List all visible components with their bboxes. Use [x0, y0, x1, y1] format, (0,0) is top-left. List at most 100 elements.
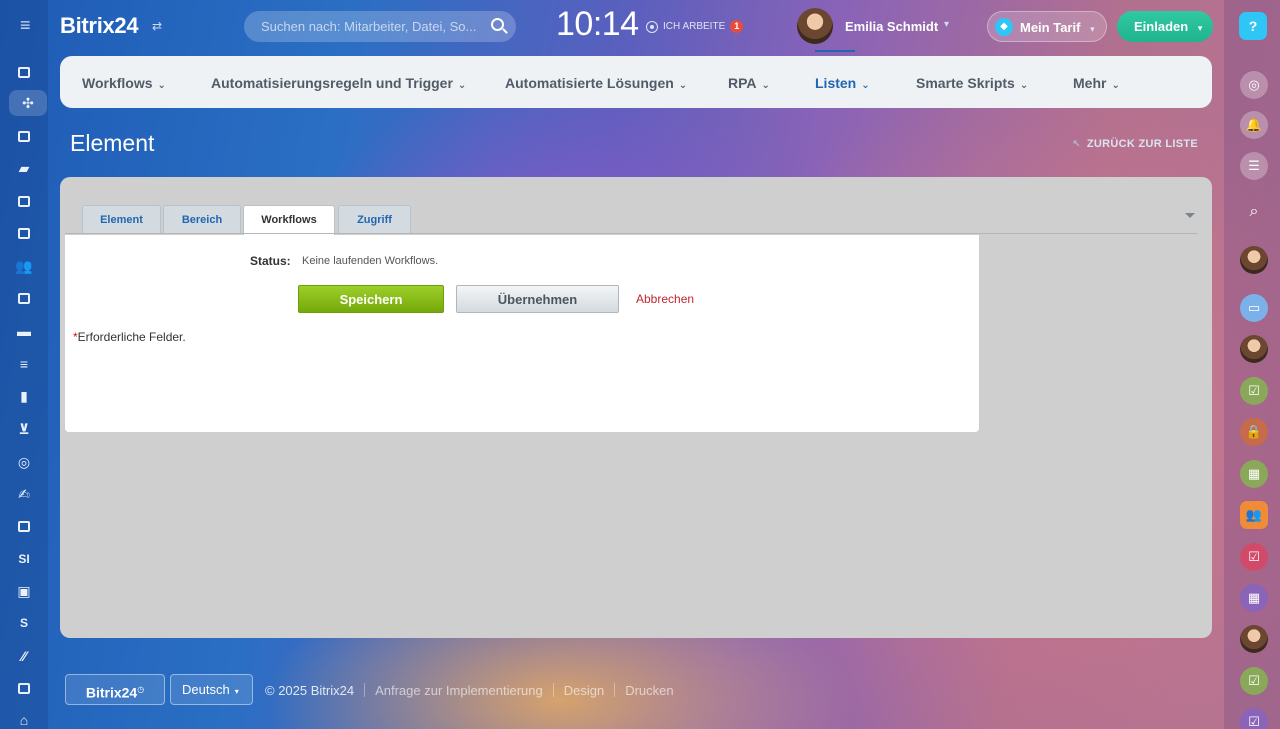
- tarif-chevron-icon: ▾: [1090, 24, 1095, 34]
- sidebar-item-si[interactable]: SI: [14, 549, 34, 569]
- tarif-button[interactable]: ◆ Mein Tarif ▾: [987, 11, 1107, 42]
- company-icon[interactable]: ⌂: [14, 710, 34, 729]
- sidebar-item-s[interactable]: S: [14, 613, 34, 633]
- lock-icon[interactable]: 🔒: [1240, 418, 1268, 446]
- footer-copyright: © 2025 Bitrix24: [265, 683, 355, 698]
- status-label: Status:: [250, 254, 291, 268]
- calendar-chat-icon[interactable]: ▦: [1240, 460, 1268, 488]
- contact-avatar-2[interactable]: [1240, 335, 1268, 363]
- nav-rpa[interactable]: RPA ⌄: [728, 75, 770, 91]
- tab-element[interactable]: Element: [82, 205, 161, 234]
- help-button[interactable]: ?: [1239, 12, 1267, 40]
- language-select[interactable]: Deutsch ▾: [170, 674, 253, 705]
- analytics-icon[interactable]: ▮: [14, 386, 34, 406]
- tab-zugriff[interactable]: Zugriff: [338, 205, 411, 234]
- contact-avatar-3[interactable]: [1240, 625, 1268, 653]
- invite-chevron-icon: ▾: [1197, 23, 1203, 33]
- footer-link-design[interactable]: Design: [564, 683, 604, 698]
- nav-label: RPA: [728, 75, 757, 91]
- chevron-down-icon: ⌄: [678, 80, 688, 91]
- nav-workflows[interactable]: Workflows ⌄: [82, 75, 166, 91]
- work-status[interactable]: ICH ARBEITE 1: [646, 20, 744, 33]
- nav-label: Smarte Skripts: [916, 75, 1015, 91]
- task-chat-3-icon[interactable]: ☑: [1240, 667, 1268, 695]
- task-chat-4-icon[interactable]: ☑: [1240, 708, 1268, 729]
- chevron-down-icon: ⌄: [1111, 80, 1120, 91]
- crm-filter-icon[interactable]: ≡: [14, 354, 34, 374]
- settings-toggle-icon[interactable]: ⇄: [152, 19, 162, 33]
- copilot-icon[interactable]: ◎: [1240, 71, 1268, 99]
- user-avatar[interactable]: [797, 8, 833, 44]
- chevron-down-icon: ⌄: [861, 80, 870, 91]
- nav-label: Listen: [815, 75, 857, 91]
- nav-more[interactable]: Mehr ⌄: [1073, 75, 1120, 91]
- work-status-icon: [646, 20, 658, 33]
- bitrix24-logo[interactable]: Bitrix24: [60, 13, 139, 39]
- nav-automation-rules[interactable]: Automatisierungsregeln und Trigger ⌄: [211, 75, 466, 91]
- clock[interactable]: 10:14: [556, 5, 639, 44]
- notifications-bell-icon[interactable]: 🔔: [1240, 111, 1268, 139]
- chat-icon[interactable]: ▰: [14, 158, 34, 178]
- nav-label: Workflows: [82, 75, 153, 91]
- page-title: Element: [70, 130, 155, 156]
- hamburger-menu-icon[interactable]: ≡: [20, 16, 34, 34]
- contact-card-icon[interactable]: [14, 516, 34, 536]
- search-input[interactable]: Suchen nach: Mitarbeiter, Datei, So...: [244, 11, 516, 42]
- required-note-text: Erforderliche Felder.: [77, 330, 186, 344]
- tab-bereich[interactable]: Bereich: [163, 205, 241, 234]
- nav-lists[interactable]: Listen ⌄: [815, 75, 870, 91]
- search-icon[interactable]: [491, 18, 504, 31]
- clock-icon: ◷: [137, 685, 145, 694]
- footer-links: © 2025 Bitrix24 Anfrage zur Implementieru…: [265, 683, 674, 698]
- tab-content: Status: Keine laufenden Workflows. Speic…: [65, 235, 979, 432]
- nav-active-underline: [815, 50, 855, 52]
- user-name[interactable]: Emilia Schmidt: [845, 19, 938, 34]
- tarif-label: Mein Tarif: [1020, 20, 1081, 35]
- shop-cart-icon[interactable]: ⊻: [14, 419, 34, 439]
- save-button[interactable]: Speichern: [298, 285, 444, 313]
- invite-button[interactable]: Einladen ▾: [1117, 11, 1213, 42]
- diamond-icon: ◆: [995, 18, 1013, 36]
- back-link-label: ZURÜCK ZUR LISTE: [1086, 138, 1198, 150]
- apply-button[interactable]: Übernehmen: [456, 285, 619, 313]
- top-navigation: Workflows ⌄ Automatisierungsregeln und Tr…: [60, 56, 1212, 108]
- sign-icon[interactable]: ✍: [14, 484, 34, 504]
- messenger-icon[interactable]: ☰: [1240, 152, 1268, 180]
- groups-icon[interactable]: 👥: [14, 256, 34, 276]
- footer-link-implementation[interactable]: Anfrage zur Implementierung: [375, 683, 543, 698]
- task-chat-2-icon[interactable]: ☑: [1240, 543, 1268, 571]
- target-icon[interactable]: ◎: [14, 452, 34, 472]
- group-chat-icon[interactable]: ▭: [1240, 294, 1268, 322]
- back-to-list-link[interactable]: ↖ ZURÜCK ZUR LISTE: [1072, 138, 1198, 150]
- nav-automated-solutions[interactable]: Automatisierte Lösungen ⌄: [505, 75, 687, 91]
- calendar-chat-2-icon[interactable]: ▦: [1240, 584, 1268, 612]
- calendar-icon[interactable]: [14, 191, 34, 211]
- user-menu-chevron-icon[interactable]: ▾: [944, 19, 949, 30]
- tab-divider: [65, 233, 1198, 234]
- marketplace-icon[interactable]: ⁄⁄: [14, 646, 34, 666]
- nav-label: Automatisierungsregeln und Trigger: [211, 75, 453, 91]
- checklist-icon[interactable]: [14, 678, 34, 698]
- task-chat-icon[interactable]: ☑: [1240, 377, 1268, 405]
- nav-label: Mehr: [1073, 75, 1107, 91]
- footer-link-print[interactable]: Drucken: [625, 683, 673, 698]
- home-icon[interactable]: [14, 62, 34, 82]
- group-icon[interactable]: 👥: [1240, 501, 1268, 529]
- robot-icon[interactable]: ▣: [14, 581, 34, 601]
- feed-icon[interactable]: [14, 126, 34, 146]
- right-search-icon[interactable]: ⌕: [1240, 198, 1268, 226]
- contact-avatar-1[interactable]: [1240, 246, 1268, 274]
- documents-icon[interactable]: [14, 288, 34, 308]
- tasks-icon[interactable]: [14, 223, 34, 243]
- tab-workflows[interactable]: Workflows: [243, 205, 335, 235]
- cancel-link[interactable]: Abbrechen: [636, 292, 694, 306]
- nav-smart-scripts[interactable]: Smarte Skripts ⌄: [916, 75, 1028, 91]
- nav-label: Automatisierte Lösungen: [505, 75, 674, 91]
- drive-icon[interactable]: ▬: [14, 321, 34, 341]
- workflow-icon[interactable]: ✣: [9, 90, 47, 116]
- collapse-triangle-icon[interactable]: [1185, 213, 1195, 218]
- required-fields-note: *Erforderliche Felder.: [73, 330, 186, 344]
- work-status-badge: 1: [730, 20, 744, 33]
- chevron-down-icon: ⌄: [157, 80, 166, 91]
- footer-brand-button[interactable]: Bitrix24◷: [65, 674, 165, 705]
